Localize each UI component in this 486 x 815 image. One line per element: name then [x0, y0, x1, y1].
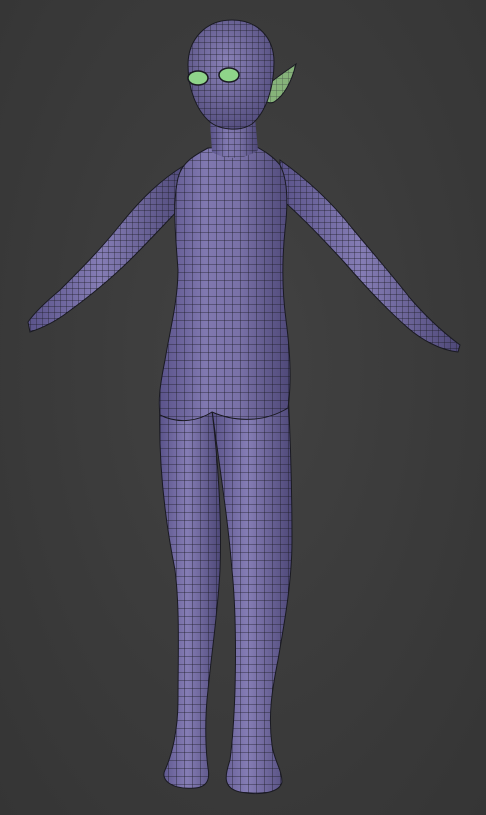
3d-viewport[interactable]: [0, 0, 486, 815]
left-leg: [159, 399, 222, 789]
left-arm: [27, 164, 189, 333]
right-arm: [279, 159, 461, 353]
torso: [158, 145, 291, 422]
character-mesh[interactable]: [0, 0, 486, 815]
head: [187, 19, 275, 130]
right-leg: [211, 389, 293, 795]
